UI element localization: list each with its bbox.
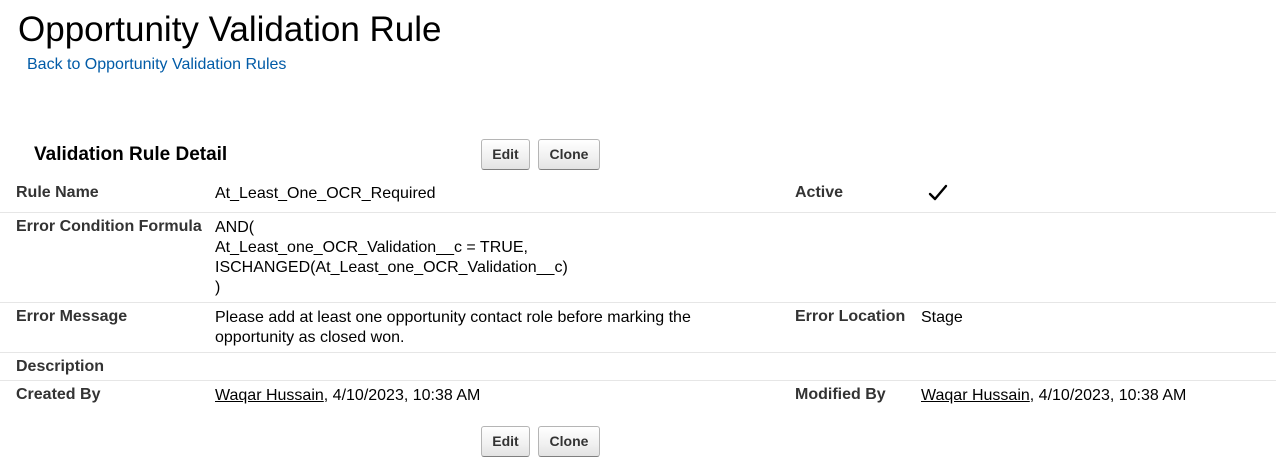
detail-row-description: Description <box>0 353 1276 381</box>
formula-line: ) <box>215 279 221 296</box>
error-message-label: Error Message <box>16 308 128 325</box>
error-location-value: Stage <box>921 309 963 326</box>
formula-line: AND( <box>215 219 255 236</box>
edit-button-top[interactable]: Edit <box>481 139 530 170</box>
back-to-validation-rules-link[interactable]: Back to Opportunity Validation Rules <box>27 55 286 75</box>
page-title: Opportunity Validation Rule <box>18 10 442 49</box>
formula-value: AND( At_Least_one_OCR_Validation__c = TR… <box>215 218 568 298</box>
error-message-value: Please add at least one opportunity cont… <box>215 308 691 348</box>
clone-button-bottom[interactable]: Clone <box>538 426 600 457</box>
checkmark-icon <box>928 183 948 203</box>
clone-button-top[interactable]: Clone <box>538 139 600 170</box>
detail-row-created-by: Created By Waqar Hussain, 4/10/2023, 10:… <box>0 381 1276 417</box>
formula-line: ISCHANGED(At_Least_one_OCR_Validation__c… <box>215 259 568 276</box>
section-title: Validation Rule Detail <box>34 144 228 165</box>
created-by-date: , 4/10/2023, 10:38 AM <box>323 387 481 404</box>
modified-by-date: , 4/10/2023, 10:38 AM <box>1029 387 1187 404</box>
error-location-label: Error Location <box>795 308 906 325</box>
edit-button-bottom[interactable]: Edit <box>481 426 530 457</box>
active-label: Active <box>795 184 844 201</box>
modified-by-value: Waqar Hussain, 4/10/2023, 10:38 AM <box>921 386 1186 406</box>
error-message-line: opportunity as closed won. <box>215 329 405 346</box>
detail-row-rule-name: Rule Name At_Least_One_OCR_Required Acti… <box>0 178 1276 213</box>
modified-by-user-link[interactable]: Waqar Hussain <box>921 387 1030 404</box>
error-message-line: Please add at least one opportunity cont… <box>215 309 691 326</box>
modified-by-label: Modified By <box>795 386 886 403</box>
rule-name-value: At_Least_One_OCR_Required <box>215 185 436 202</box>
created-by-value: Waqar Hussain, 4/10/2023, 10:38 AM <box>215 386 480 406</box>
created-by-user-link[interactable]: Waqar Hussain <box>215 387 324 404</box>
detail-row-formula: Error Condition Formula AND( At_Least_on… <box>0 213 1276 303</box>
formula-line: At_Least_one_OCR_Validation__c = TRUE, <box>215 239 528 256</box>
description-label: Description <box>16 358 105 375</box>
formula-label: Error Condition Formula <box>16 218 202 235</box>
detail-row-error-message: Error Message Please add at least one op… <box>0 303 1276 353</box>
created-by-label: Created By <box>16 386 101 403</box>
rule-name-label: Rule Name <box>16 184 99 201</box>
